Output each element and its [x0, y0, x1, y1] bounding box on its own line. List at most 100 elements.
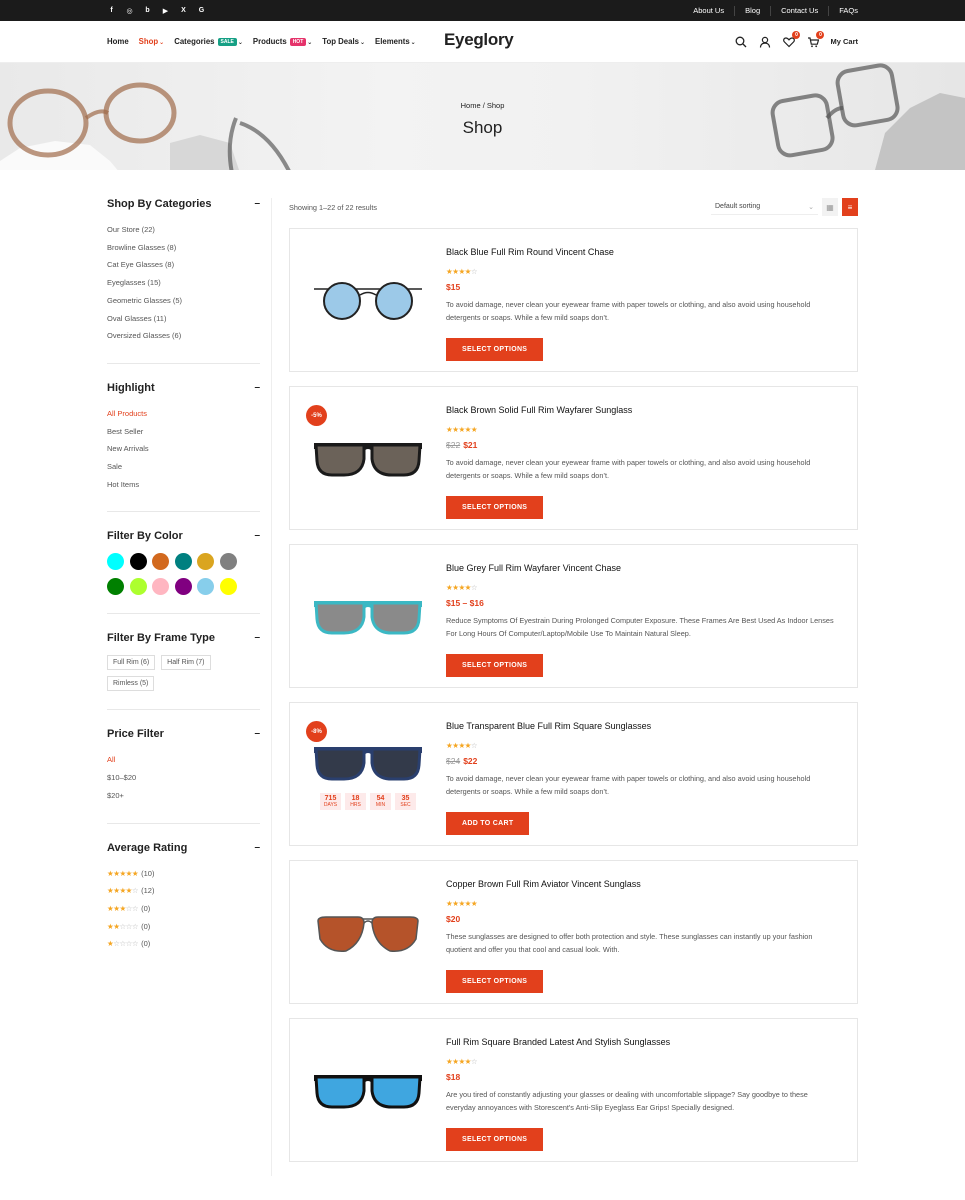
frame-filter-title: Filter By Frame Type — [107, 632, 215, 645]
color-swatch[interactable] — [107, 553, 124, 571]
collapse-icon[interactable]: – — [254, 728, 260, 740]
highlight-item[interactable]: Sale — [107, 458, 260, 476]
price-item[interactable]: $10–$20 — [107, 769, 260, 787]
user-icon[interactable] — [758, 35, 772, 49]
select-options-button[interactable]: SELECT OPTIONS — [446, 496, 544, 519]
grid-view-icon[interactable]: ▦ — [822, 198, 838, 216]
nav-item-home[interactable]: Home — [107, 37, 129, 46]
rating-item[interactable]: ★★☆☆☆ (0) — [107, 918, 260, 936]
product-image-wrap[interactable] — [290, 1019, 446, 1161]
google-icon[interactable]: G — [197, 6, 206, 15]
nav-item-top-deals[interactable]: Top Deals⌄ — [322, 37, 365, 46]
color-swatch[interactable] — [129, 553, 147, 571]
collapse-icon[interactable]: – — [254, 632, 260, 644]
frame-type-item[interactable]: Rimless (5) — [107, 676, 155, 692]
chevron-down-icon: ⌄ — [237, 40, 243, 46]
top-link-about[interactable]: About Us — [683, 6, 734, 16]
top-link-contact[interactable]: Contact Us — [770, 5, 828, 16]
product-image[interactable] — [312, 435, 424, 481]
product-image[interactable] — [312, 1067, 424, 1113]
color-swatch[interactable] — [174, 578, 192, 596]
nav-item-products[interactable]: Products HOT ⌄ — [253, 37, 312, 46]
collapse-icon[interactable]: – — [254, 382, 260, 394]
highlight-item[interactable]: Hot Items — [107, 476, 260, 494]
product-image-wrap[interactable] — [290, 229, 446, 371]
youtube-icon[interactable]: ▶ — [161, 6, 170, 15]
product-title[interactable]: Full Rim Square Branded Latest And Styli… — [446, 1037, 837, 1047]
collapse-icon[interactable]: – — [254, 530, 260, 542]
star-rating: ★★★☆☆ — [107, 903, 139, 913]
product-card[interactable]: -5% Black Brown Solid Full Rim Wayfarer S… — [289, 386, 858, 530]
product-title[interactable]: Black Blue Full Rim Round Vincent Chase — [446, 247, 837, 257]
nav-item-elements[interactable]: Elements⌄ — [375, 37, 416, 46]
category-item[interactable]: Eyeglasses (15) — [107, 274, 260, 292]
product-image-wrap[interactable] — [290, 861, 446, 1003]
frame-type-item[interactable]: Full Rim (6) — [107, 655, 156, 671]
top-link-blog[interactable]: Blog — [734, 5, 770, 16]
price-item[interactable]: $20+ — [107, 787, 260, 805]
product-title[interactable]: Black Brown Solid Full Rim Wayfarer Sung… — [446, 405, 837, 415]
category-item[interactable]: Cat Eye Glasses (8) — [107, 256, 260, 274]
product-title[interactable]: Copper Brown Full Rim Aviator Vincent Su… — [446, 879, 837, 889]
product-description: Are you tired of constantly adjusting yo… — [446, 1090, 808, 1112]
search-icon[interactable] — [734, 35, 748, 49]
instagram-icon[interactable]: ◎ — [125, 6, 134, 15]
wishlist-icon[interactable]: 0 — [782, 30, 801, 49]
color-swatch[interactable] — [107, 578, 124, 596]
color-swatch[interactable] — [197, 553, 215, 571]
facebook-icon[interactable]: f — [107, 6, 116, 15]
sort-select[interactable]: Default sorting ⌄ — [711, 199, 818, 215]
x-icon[interactable]: X — [179, 6, 188, 15]
rating-item[interactable]: ★★★★☆ (12) — [107, 882, 260, 900]
product-title[interactable]: Blue Transparent Blue Full Rim Square Su… — [446, 721, 837, 731]
product-image-wrap[interactable]: -5% — [290, 387, 446, 529]
highlight-item[interactable]: Best Seller — [107, 423, 260, 441]
color-swatch[interactable] — [152, 553, 170, 571]
color-swatch[interactable] — [197, 578, 215, 596]
collapse-icon[interactable]: – — [254, 198, 260, 210]
category-item[interactable]: Geometric Glasses (5) — [107, 292, 260, 310]
product-image[interactable] — [312, 593, 424, 639]
select-options-button[interactable]: SELECT OPTIONS — [446, 970, 544, 993]
product-card[interactable]: -8% 715 DAYS 18 HRS 54 MIN 35 SEC Blue Transparen… — [289, 702, 858, 846]
product-image-wrap[interactable]: -8% 715 DAYS 18 HRS 54 MIN 35 SEC — [290, 703, 446, 845]
product-image[interactable] — [312, 739, 424, 785]
add-to-cart-button[interactable]: ADD TO CART — [446, 812, 530, 835]
color-swatch[interactable] — [129, 578, 147, 596]
nav-item-categories[interactable]: Categories SALE ⌄ — [174, 37, 243, 46]
frame-type-item[interactable]: Half Rim (7) — [161, 655, 211, 671]
cart-icon[interactable]: 0 — [806, 30, 825, 49]
cart-label[interactable]: My Cart — [830, 37, 858, 46]
select-options-button[interactable]: SELECT OPTIONS — [446, 654, 544, 677]
select-options-button[interactable]: SELECT OPTIONS — [446, 338, 544, 361]
product-card[interactable]: Copper Brown Full Rim Aviator Vincent Su… — [289, 860, 858, 1004]
product-card[interactable]: Black Blue Full Rim Round Vincent Chase ★… — [289, 228, 858, 372]
category-item[interactable]: Oval Glasses (11) — [107, 310, 260, 328]
color-swatch[interactable] — [152, 578, 170, 596]
product-image-wrap[interactable] — [290, 545, 446, 687]
highlight-item[interactable]: All Products — [107, 405, 260, 423]
product-image[interactable] — [312, 909, 424, 955]
highlight-item[interactable]: New Arrivals — [107, 440, 260, 458]
site-logo[interactable]: Eyeglory — [444, 30, 514, 50]
select-options-button[interactable]: SELECT OPTIONS — [446, 1128, 544, 1151]
category-item[interactable]: Oversized Glasses (6) — [107, 327, 260, 345]
rating-item[interactable]: ★☆☆☆☆ (0) — [107, 935, 260, 953]
product-image[interactable] — [312, 277, 424, 323]
color-swatch[interactable] — [219, 553, 237, 571]
behance-icon[interactable]: b — [143, 6, 152, 15]
top-link-faqs[interactable]: FAQs — [828, 5, 858, 16]
product-title[interactable]: Blue Grey Full Rim Wayfarer Vincent Chas… — [446, 563, 837, 573]
product-card[interactable]: Full Rim Square Branded Latest And Styli… — [289, 1018, 858, 1162]
rating-item[interactable]: ★★★★★ (10) — [107, 865, 260, 883]
list-view-icon[interactable]: ≡ — [842, 198, 858, 216]
category-item[interactable]: Browline Glasses (8) — [107, 239, 260, 257]
price-item[interactable]: All — [107, 751, 260, 769]
category-item[interactable]: Our Store (22) — [107, 221, 260, 239]
color-swatch[interactable] — [174, 553, 192, 571]
nav-item-shop[interactable]: Shop⌄ — [139, 37, 165, 46]
rating-item[interactable]: ★★★☆☆ (0) — [107, 900, 260, 918]
color-swatch[interactable] — [219, 578, 237, 596]
collapse-icon[interactable]: – — [254, 842, 260, 854]
product-card[interactable]: Blue Grey Full Rim Wayfarer Vincent Chas… — [289, 544, 858, 688]
